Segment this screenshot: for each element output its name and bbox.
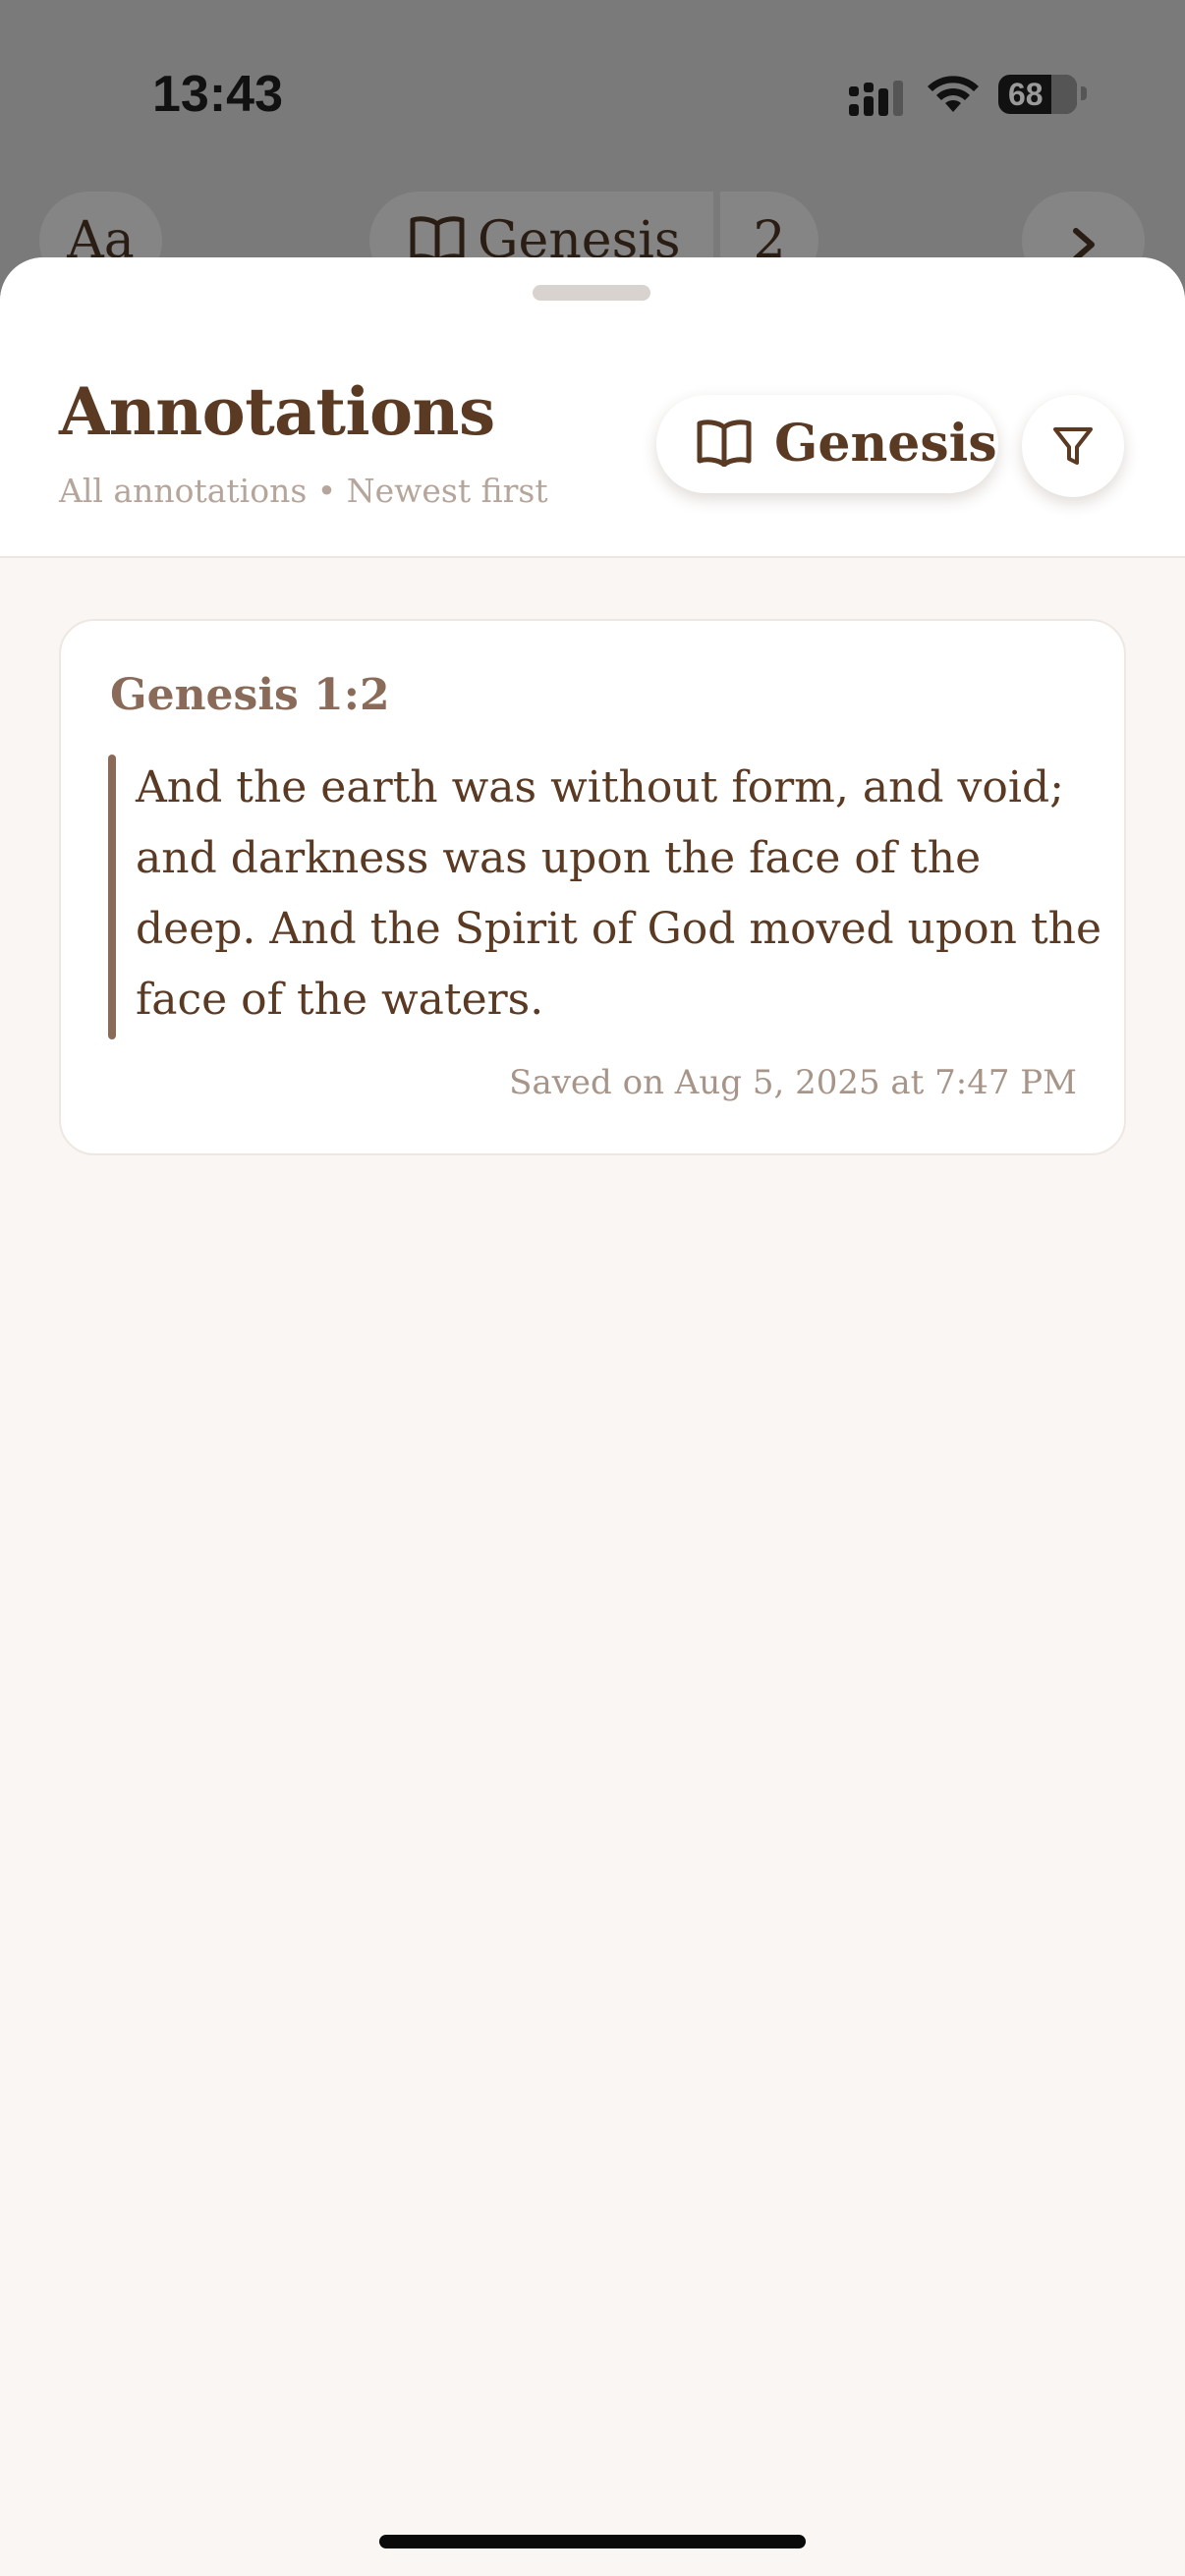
sheet-title: Annotations	[59, 373, 495, 450]
status-time: 13:43	[152, 66, 283, 123]
status-bar: 13:43 68	[0, 0, 1185, 196]
battery-level: 68	[1008, 77, 1044, 112]
battery-nub	[1081, 86, 1087, 100]
annotation-saved-date: Saved on Aug 5, 2025 at 7:47 PM	[509, 1063, 1077, 1102]
book-filter-button[interactable]: Genesis	[656, 395, 998, 493]
book-icon	[697, 420, 752, 468]
annotation-reference: Genesis 1:2	[110, 670, 390, 720]
funnel-icon	[1053, 427, 1093, 465]
filter-button[interactable]	[1022, 395, 1124, 497]
wifi-icon	[928, 76, 979, 112]
cellular-signal-icon	[849, 81, 903, 116]
sheet-header: Annotations All annotations • Newest fir…	[0, 257, 1185, 558]
quote-bar	[108, 755, 116, 1039]
home-indicator	[379, 2535, 806, 2548]
annotations-sheet: Annotations All annotations • Newest fir…	[0, 257, 1185, 2576]
annotation-card[interactable]: Genesis 1:2 And the earth was without fo…	[59, 619, 1126, 1155]
book-icon	[410, 216, 465, 264]
battery-empty-segment	[1051, 75, 1077, 114]
annotation-text: And the earth was without form, and void…	[136, 762, 1102, 1025]
sheet-grabber[interactable]	[533, 285, 650, 301]
sheet-subtitle: All annotations • Newest first	[59, 472, 548, 510]
book-filter-label: Genesis	[774, 414, 997, 474]
battery-icon: 68	[998, 75, 1077, 114]
